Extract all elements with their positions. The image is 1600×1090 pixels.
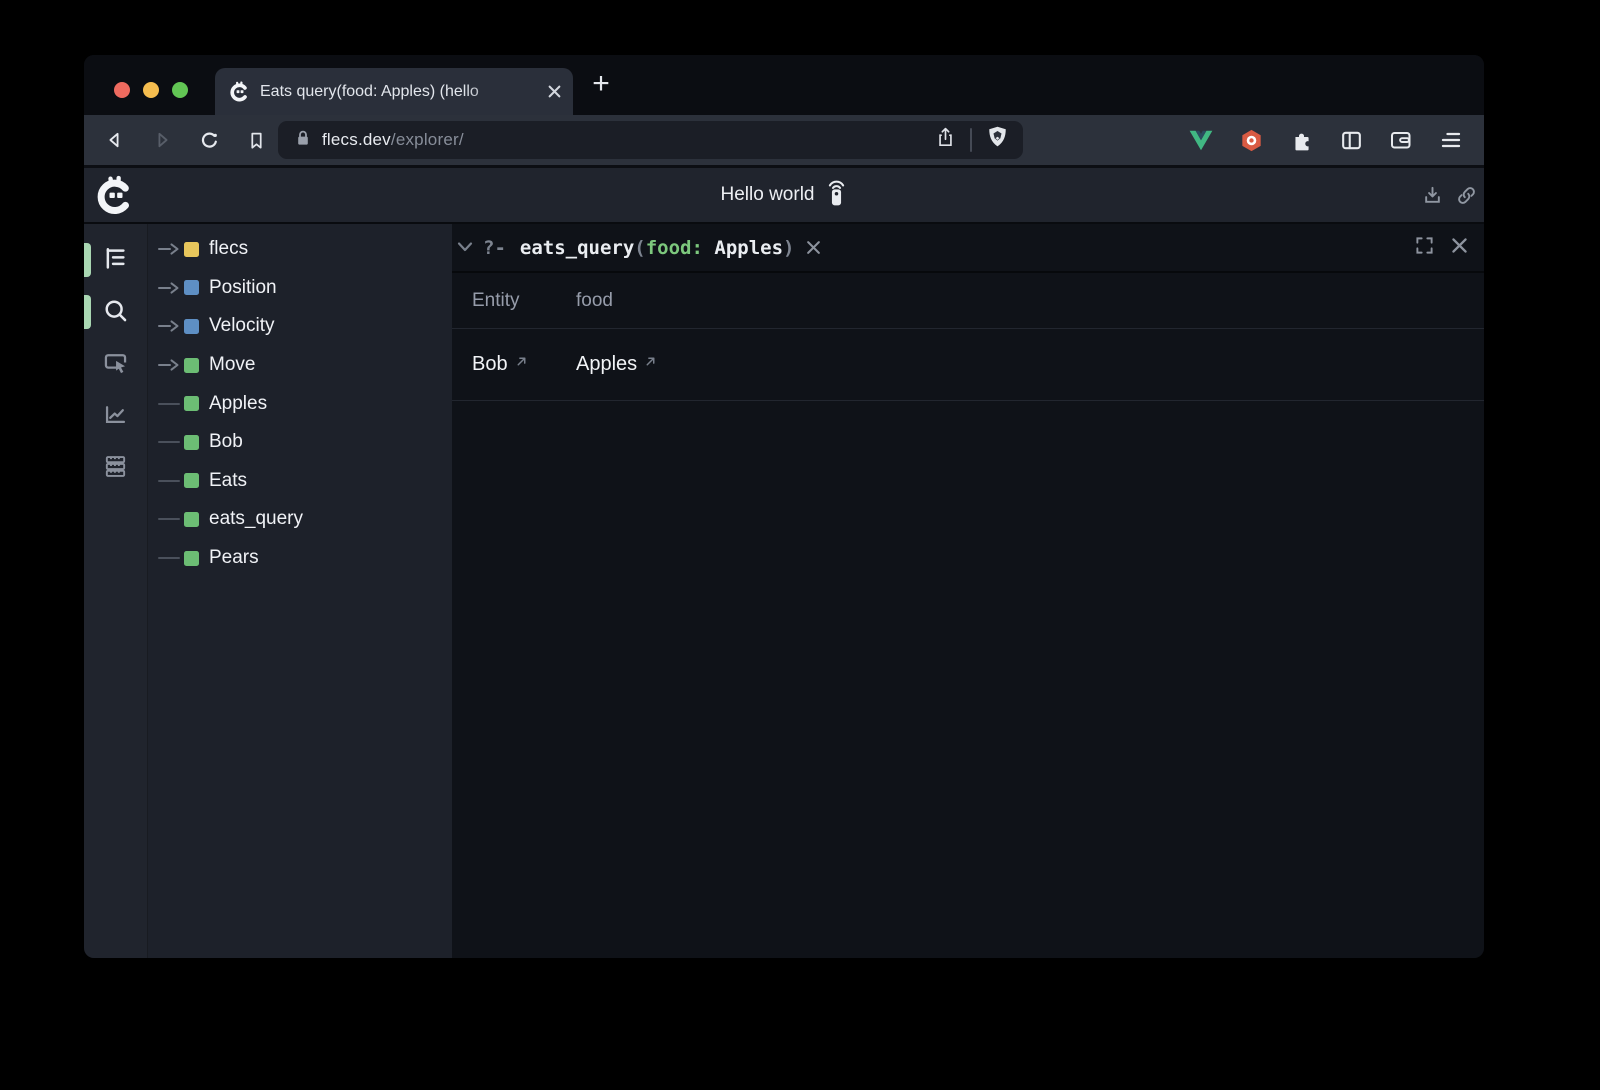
collapse-chevron-icon[interactable] <box>457 240 473 258</box>
wallet-icon[interactable] <box>1388 127 1414 153</box>
bookmark-icon[interactable] <box>244 128 268 152</box>
column-header: food <box>576 290 1484 312</box>
open-entity-arrow-icon[interactable] <box>644 355 657 368</box>
tree-item[interactable]: Pears <box>148 539 452 578</box>
reload-button[interactable] <box>197 128 221 152</box>
forward-button[interactable] <box>150 128 174 152</box>
charts-panel-button[interactable] <box>102 401 130 428</box>
tree-item[interactable]: eats_query <box>148 500 452 539</box>
tree-connector <box>158 512 184 526</box>
tree-item[interactable]: Eats <box>148 462 452 501</box>
panel-icon-rail <box>84 224 148 958</box>
zoom-window-button[interactable] <box>172 82 188 98</box>
entity-link[interactable]: Bob <box>472 353 508 376</box>
tree-item-label: Eats <box>209 470 247 492</box>
hexagon-extension-icon[interactable] <box>1238 127 1264 153</box>
tree-connector <box>158 551 184 565</box>
tree-item-label: flecs <box>209 238 248 260</box>
close-panel-icon[interactable] <box>1451 237 1468 259</box>
expand-arrow-icon[interactable] <box>158 242 184 256</box>
download-icon[interactable] <box>1420 183 1444 207</box>
lock-icon <box>295 129 311 152</box>
entity-color-swatch <box>184 358 199 373</box>
extensions-puzzle-icon[interactable] <box>1288 127 1314 153</box>
tab-title: Eats query(food: Apples) (hello <box>260 83 542 101</box>
expand-arrow-icon[interactable] <box>158 319 184 333</box>
tree-item[interactable]: Apples <box>148 384 452 423</box>
open-entity-arrow-icon[interactable] <box>515 355 528 368</box>
entity-tree-panel: flecs Position Velocity Move Apples <box>148 224 452 958</box>
menu-icon[interactable] <box>1438 127 1464 153</box>
tree-item-label: eats_query <box>209 508 303 530</box>
browser-navbar: flecs.dev/explorer/ <box>84 115 1484 165</box>
query-expression[interactable]: eats_query(food: Apples) <box>520 237 795 259</box>
result-table-header: Entity food <box>452 273 1484 329</box>
url-domain: flecs.dev <box>322 130 391 149</box>
entity-color-swatch <box>184 473 199 488</box>
share-icon[interactable] <box>935 126 956 154</box>
tree-item[interactable]: Move <box>148 346 452 385</box>
tree-item-label: Move <box>209 354 255 376</box>
address-bar[interactable]: flecs.dev/explorer/ <box>278 121 1023 159</box>
expand-arrow-icon[interactable] <box>158 281 184 295</box>
tree-item-label: Velocity <box>209 315 274 337</box>
tree-item-label: Pears <box>209 547 259 569</box>
expand-arrow-icon[interactable] <box>158 358 184 372</box>
tree-item[interactable]: flecs <box>148 230 452 269</box>
tab-close-icon[interactable] <box>548 85 561 98</box>
tree-item-label: Apples <box>209 393 267 415</box>
tables-panel-button[interactable] <box>102 453 130 480</box>
close-window-button[interactable] <box>114 82 130 98</box>
url-text: flecs.dev/explorer/ <box>322 130 464 150</box>
vue-devtools-icon[interactable] <box>1188 127 1214 153</box>
world-title: Hello world <box>721 184 815 206</box>
brave-shield-icon[interactable] <box>986 125 1009 155</box>
inspect-panel-button[interactable] <box>102 349 130 376</box>
fullscreen-icon[interactable] <box>1415 236 1434 260</box>
remote-connection-icon[interactable] <box>826 178 847 212</box>
browser-window: Eats query(food: Apples) (hello + <box>84 55 1484 958</box>
clear-query-icon[interactable] <box>806 240 821 255</box>
entity-color-swatch <box>184 242 199 257</box>
minimize-window-button[interactable] <box>143 82 159 98</box>
active-panel-indicator <box>84 295 91 329</box>
tree-item-label: Bob <box>209 431 243 453</box>
entity-color-swatch <box>184 512 199 527</box>
flecs-favicon-icon <box>229 81 250 102</box>
entity-color-swatch <box>184 396 199 411</box>
query-header: ?- eats_query(food: Apples) <box>452 224 1484 273</box>
entity-tree-panel-button[interactable] <box>102 245 130 272</box>
search-panel-button[interactable] <box>102 297 130 324</box>
result-table-row: Bob Apples <box>452 329 1484 401</box>
entity-color-swatch <box>184 435 199 450</box>
entity-color-swatch <box>184 280 199 295</box>
back-button[interactable] <box>103 128 127 152</box>
new-tab-button[interactable]: + <box>584 67 618 103</box>
app-header: Hello world <box>84 168 1484 222</box>
link-icon[interactable] <box>1454 183 1478 207</box>
entity-color-swatch <box>184 319 199 334</box>
column-header: Entity <box>472 290 576 312</box>
query-panel: ?- eats_query(food: Apples) Entity food <box>452 224 1484 958</box>
browser-titlebar: Eats query(food: Apples) (hello + <box>84 55 1484 115</box>
tree-item-label: Position <box>209 277 277 299</box>
extension-icons <box>1188 127 1464 153</box>
tree-item[interactable]: Velocity <box>148 307 452 346</box>
sidebar-toggle-icon[interactable] <box>1338 127 1364 153</box>
traffic-lights <box>114 82 188 98</box>
tree-item[interactable]: Position <box>148 269 452 308</box>
tree-item[interactable]: Bob <box>148 423 452 462</box>
browser-tab[interactable]: Eats query(food: Apples) (hello <box>215 68 573 115</box>
divider <box>970 128 972 152</box>
url-path: /explorer/ <box>391 130 464 149</box>
tree-connector <box>158 474 184 488</box>
active-panel-indicator <box>84 243 91 277</box>
tree-connector <box>158 435 184 449</box>
entity-link[interactable]: Apples <box>576 353 637 376</box>
query-prompt: ?- <box>483 237 506 259</box>
entity-color-swatch <box>184 551 199 566</box>
tree-connector <box>158 397 184 411</box>
